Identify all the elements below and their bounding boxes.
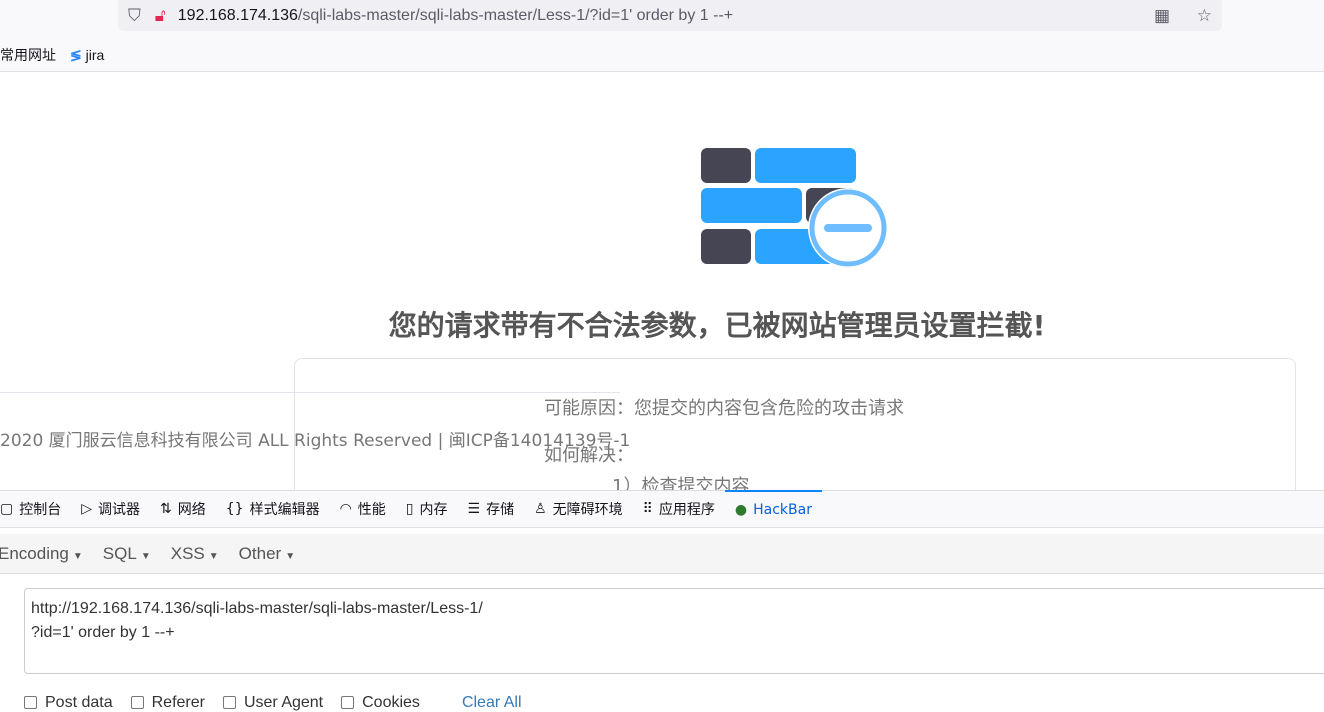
- checkbox: [341, 696, 355, 710]
- bookmark-folder[interactable]: 常用网址: [0, 45, 56, 65]
- debugger-icon: ▷: [81, 501, 93, 517]
- checkbox: [222, 696, 236, 710]
- option-referer[interactable]: Referer: [130, 694, 205, 712]
- performance-icon: ◠: [339, 501, 352, 517]
- menu-encoding[interactable]: Encoding ▼: [0, 544, 93, 564]
- network-icon: ⇅: [160, 501, 172, 517]
- url-path: /sqli-labs-master/sqli-labs-master/Less-…: [297, 6, 734, 24]
- bookmarks-bar: 常用网址 ≶ jira: [0, 45, 104, 65]
- option-post-data[interactable]: Post data: [24, 694, 113, 712]
- devtools-tab-label: 控制台: [19, 502, 62, 518]
- application-icon: ⠿: [642, 501, 653, 517]
- browser-toolbar: ⛉ 🔓︎ 192.168.174.136/sqli-labs-master/sq…: [0, 0, 1324, 72]
- caret-down-icon: ▼: [72, 550, 83, 562]
- footer-divider: [0, 392, 620, 393]
- memory-icon: ▯: [405, 501, 414, 517]
- bookmark-jira[interactable]: ≶ jira: [70, 47, 104, 64]
- reason-text: 可能原因：您提交的内容包含危险的攻击请求: [544, 398, 904, 419]
- bookmark-star-icon[interactable]: ☆: [1197, 6, 1212, 26]
- devtools-tab[interactable]: ♙ 无障碍环境: [524, 490, 633, 528]
- devtools-tab[interactable]: ⇅ 网络: [150, 490, 216, 528]
- devtools-tab[interactable]: ▯ 内存: [396, 490, 458, 528]
- caret-down-icon: ▼: [285, 550, 296, 562]
- devtools-tab-label: 样式编辑器: [249, 502, 320, 518]
- devtools-tab[interactable]: ⠿ 应用程序: [633, 490, 725, 528]
- menu-xss[interactable]: XSS ▼: [161, 544, 229, 564]
- console-icon: ▢: [0, 501, 14, 517]
- devtools-tab-label: 网络: [177, 502, 206, 518]
- shield-icon[interactable]: ⛉: [128, 6, 141, 26]
- checkbox: [130, 696, 144, 710]
- accessibility-icon: ♙: [534, 501, 547, 517]
- caret-down-icon: ▼: [208, 550, 219, 562]
- hackbar-menu: Encoding ▼ SQL ▼ XSS ▼ Other ▼: [0, 534, 1324, 574]
- hackbar-options: Post data Referer User Agent Cookies Cle…: [24, 694, 522, 712]
- devtools-tab-label: 内存: [419, 502, 448, 518]
- style-editor-icon: {}: [225, 501, 244, 517]
- devtools-tab[interactable]: ▢ 控制台: [0, 490, 71, 528]
- option-user-agent[interactable]: User Agent: [222, 694, 323, 712]
- devtools-tab-label: 应用程序: [658, 502, 715, 518]
- devtools-tab[interactable]: {} 样式编辑器: [216, 490, 330, 528]
- block-title: 您的请求带有不合法参数，已被网站管理员设置拦截!: [388, 309, 1046, 342]
- storage-icon: ☰: [467, 501, 481, 517]
- devtools-tab[interactable]: ◠ 性能: [330, 490, 396, 528]
- footer-copyright: 2020 厦门服云信息科技有限公司 ALL Rights Reserved | …: [0, 431, 631, 451]
- devtools-tab[interactable]: ● HackBar: [724, 490, 822, 528]
- checkbox: [24, 696, 37, 710]
- hackbar-url-input[interactable]: http://192.168.174.136/sqli-labs-master/…: [24, 588, 1324, 674]
- menu-sql[interactable]: SQL ▼: [93, 544, 161, 564]
- insecure-lock-icon[interactable]: 🔓︎: [155, 6, 166, 26]
- devtools-tab-label: HackBar: [753, 502, 812, 518]
- devtools-tab[interactable]: ☰ 存储: [458, 490, 525, 528]
- devtools-tab-label: 调试器: [98, 502, 141, 518]
- devtools-tab-label: 存储: [486, 502, 515, 518]
- jira-icon: ≶: [70, 46, 82, 63]
- menu-other[interactable]: Other ▼: [229, 544, 305, 564]
- url-bar[interactable]: ⛉ 🔓︎ 192.168.174.136/sqli-labs-master/sq…: [118, 0, 1222, 31]
- clear-all-link[interactable]: Clear All: [462, 694, 522, 712]
- devtools-tab-label: 无障碍环境: [552, 502, 623, 518]
- devtools-tab[interactable]: ▷ 调试器: [71, 490, 150, 528]
- devtools-tab-label: 性能: [357, 502, 386, 518]
- hackbar-icon: ●: [734, 502, 748, 518]
- firewall-block-icon: [701, 148, 888, 268]
- qr-code-icon[interactable]: ▦: [1154, 6, 1170, 26]
- caret-down-icon: ▼: [140, 550, 151, 562]
- url-host: 192.168.174.136: [177, 6, 298, 24]
- devtools-tabs: ▢ 控制台 ▷ 调试器 ⇅ 网络 {} 样式编辑器 ◠ 性能 ▯ 内存 ☰ 存储 ♙ 无障碍环境 ⠿ 应用程序 ● H…: [0, 490, 1324, 528]
- option-cookies[interactable]: Cookies: [341, 694, 420, 712]
